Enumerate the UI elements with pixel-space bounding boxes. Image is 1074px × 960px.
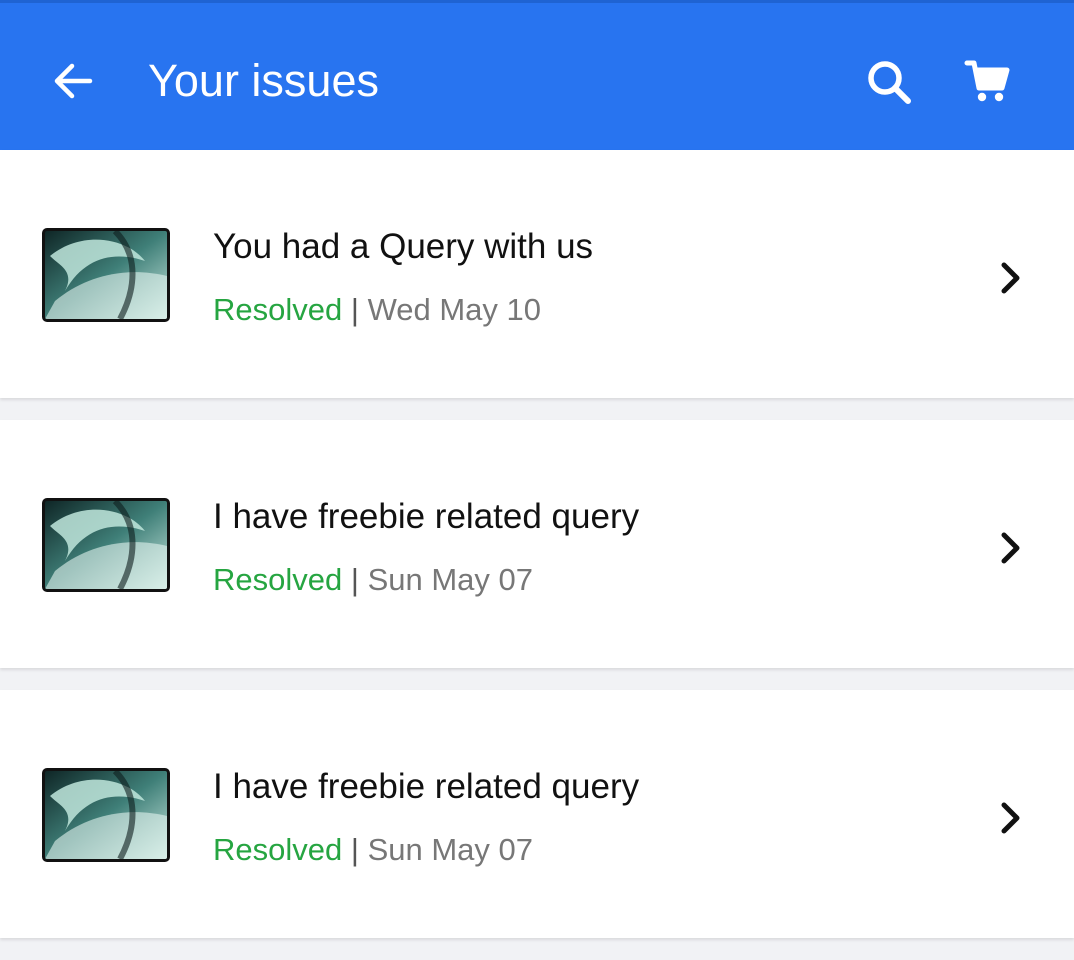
issue-card[interactable]: I have freebie related query Resolved | …: [0, 690, 1074, 938]
status-label: Resolved: [213, 292, 343, 327]
issue-title: I have freebie related query: [213, 497, 640, 536]
chevron-right-icon: [990, 258, 1030, 298]
cart-button[interactable]: [958, 53, 1016, 111]
app-bar: Your issues: [0, 0, 1074, 150]
issue-card[interactable]: I have freebie related query Resolved | …: [0, 420, 1074, 668]
tablet-wallpaper-image: [45, 501, 167, 589]
issue-meta: Resolved | Sun May 07: [213, 560, 533, 600]
issue-meta: Resolved | Sun May 07: [213, 830, 533, 870]
issue-date: Sun May 07: [367, 832, 533, 867]
back-button[interactable]: [46, 53, 102, 109]
arrow-left-icon: [54, 63, 93, 99]
separator: |: [350, 562, 359, 597]
cart-icon: [964, 60, 1010, 102]
page-title: Your issues: [148, 55, 379, 106]
status-label: Resolved: [213, 832, 343, 867]
separator: |: [350, 292, 359, 327]
search-icon: [868, 61, 911, 104]
issue-meta: Resolved | Wed May 10: [213, 290, 541, 330]
issue-date: Sun May 07: [367, 562, 533, 597]
product-thumbnail: [42, 768, 170, 862]
tablet-wallpaper-image: [45, 231, 167, 319]
issue-date: Wed May 10: [367, 292, 542, 327]
issue-card[interactable]: You had a Query with us Resolved | Wed M…: [0, 150, 1074, 398]
issue-list: You had a Query with us Resolved | Wed M…: [0, 150, 1074, 960]
tablet-wallpaper-image: [45, 771, 167, 859]
separator: |: [350, 832, 359, 867]
issue-title: I have freebie related query: [213, 767, 640, 806]
product-thumbnail: [42, 498, 170, 592]
issue-title: You had a Query with us: [213, 227, 594, 266]
product-thumbnail: [42, 228, 170, 322]
status-label: Resolved: [213, 562, 343, 597]
chevron-right-icon: [990, 798, 1030, 838]
chevron-right-icon: [990, 528, 1030, 568]
search-button[interactable]: [860, 53, 918, 111]
